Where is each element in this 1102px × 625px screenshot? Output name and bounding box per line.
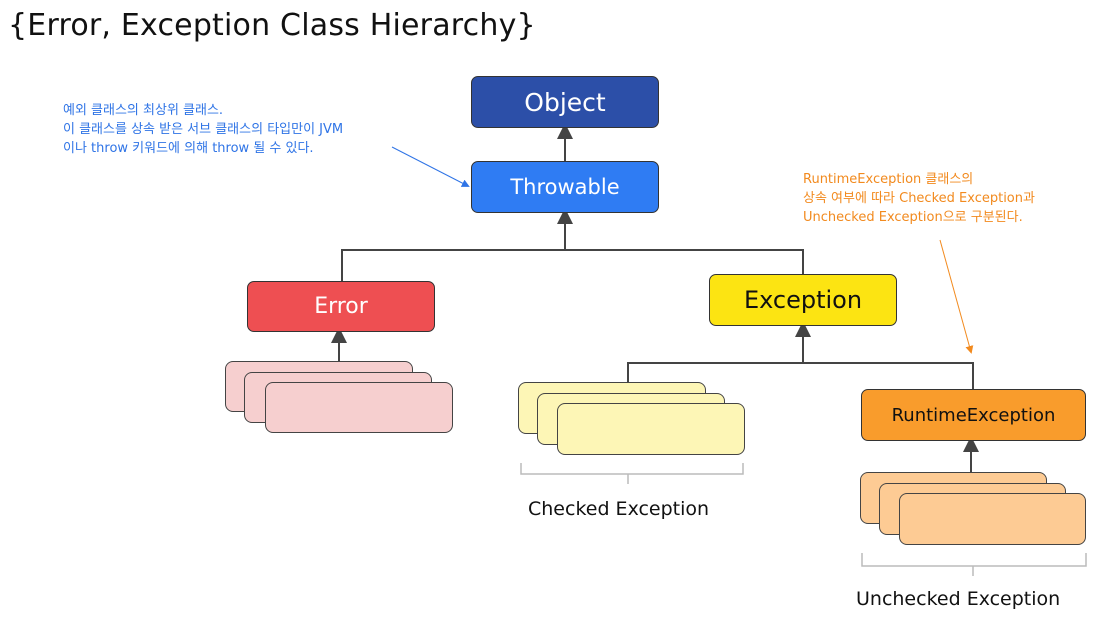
error-branch-line <box>341 249 565 281</box>
checked-subclass-box <box>557 403 745 455</box>
runtime-note: RuntimeException 클래스의 상속 여부에 따라 Checked … <box>803 170 1035 227</box>
exception-label: Exception <box>743 286 863 314</box>
exception-branch-line <box>565 249 804 274</box>
error-subclass-box <box>265 382 453 433</box>
runtime-note-pointer <box>939 239 974 354</box>
throwable-note: 예외 클래스의 최상위 클래스. 이 클래스를 상속 받은 서브 클래스의 타입… <box>63 101 343 158</box>
throwable-label: Throwable <box>510 175 620 199</box>
checked-branch-line <box>627 362 803 382</box>
runtime-exception-label: RuntimeException <box>891 404 1056 426</box>
checked-brace <box>520 463 744 484</box>
unchecked-subclass-box <box>899 493 1086 545</box>
runtime-exception-node: RuntimeException <box>861 389 1086 441</box>
note-line: 이 클래스를 상속 받은 서브 클래스의 타입만이 JVM <box>63 122 344 137</box>
throwable-node: Throwable <box>471 161 659 213</box>
object-label: Object <box>524 87 606 117</box>
runtime-branch-line <box>803 362 974 389</box>
exception-node: Exception <box>709 274 897 326</box>
throwable-note-pointer <box>391 146 470 187</box>
error-label: Error <box>314 294 368 319</box>
note-line: 이나 throw 키워드에 의해 throw 될 수 있다. <box>63 141 314 156</box>
note-line: 예외 클래스의 최상위 클래스. <box>63 103 224 118</box>
note-line: Unchecked Exception으로 구분된다. <box>803 210 1023 225</box>
object-node: Object <box>471 76 659 128</box>
unchecked-brace <box>861 553 1087 576</box>
checked-exception-caption: Checked Exception <box>528 498 710 520</box>
error-node: Error <box>247 281 435 332</box>
note-line: RuntimeException 클래스의 <box>803 172 974 187</box>
note-line: 상속 여부에 따라 Checked Exception과 <box>803 191 1035 206</box>
unchecked-exception-caption: Unchecked Exception <box>856 588 1061 610</box>
